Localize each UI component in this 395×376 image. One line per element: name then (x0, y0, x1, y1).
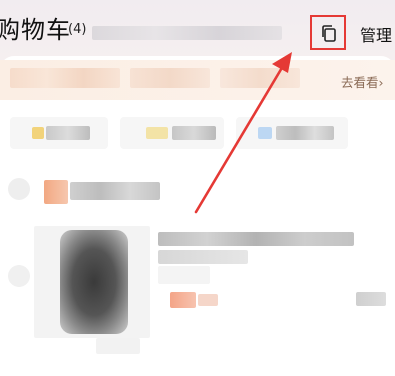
annotation-arrow (194, 52, 292, 214)
